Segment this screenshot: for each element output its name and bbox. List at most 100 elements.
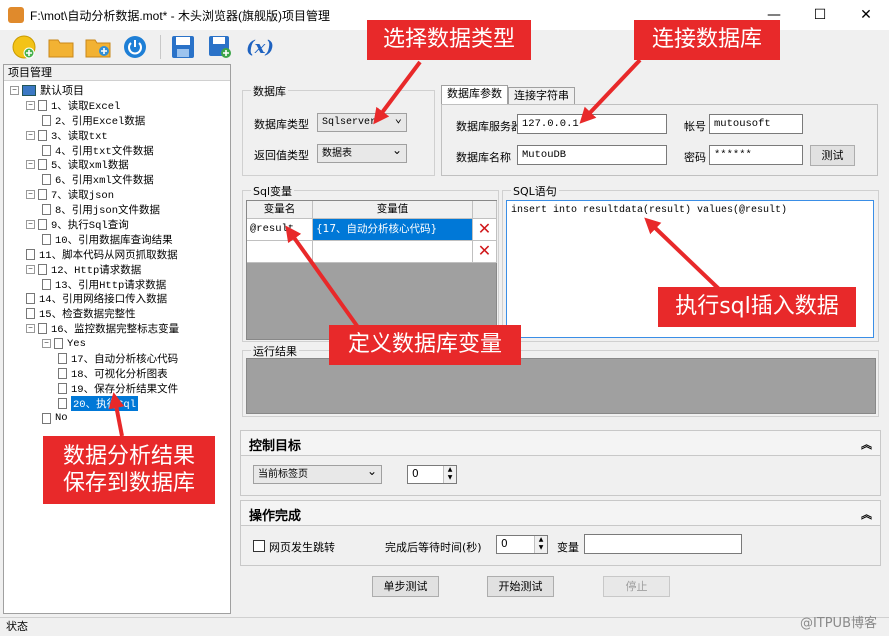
- collapse-up-icon[interactable]: ︽: [861, 436, 872, 452]
- grid-cell-var-value[interactable]: [313, 241, 473, 263]
- tree-item[interactable]: 11、脚本代码从网页抓取数据: [4, 247, 230, 262]
- db-type-select[interactable]: Sqlserver: [317, 111, 407, 132]
- tab-connection-string[interactable]: 连接字符串: [508, 87, 575, 104]
- account-input[interactable]: mutousoft: [709, 114, 803, 134]
- operation-done-body: 网页发生跳转 完成后等待时间(秒) 0 ▲ ▼ 变量: [240, 526, 881, 566]
- control-target-header[interactable]: 控制目标 ︽: [240, 430, 881, 456]
- tree-toggle-icon[interactable]: −: [26, 324, 35, 334]
- document-icon: [42, 144, 51, 156]
- wait-time-value: 0: [501, 538, 508, 550]
- tree-root[interactable]: − 默认项目: [4, 83, 230, 98]
- tree-toggle-icon[interactable]: −: [42, 339, 51, 349]
- grid-cell-var-name[interactable]: [247, 241, 313, 263]
- document-icon: [42, 204, 51, 216]
- document-icon: [54, 338, 63, 350]
- delete-row-icon[interactable]: ✕: [473, 219, 497, 241]
- return-type-select[interactable]: 数据表: [317, 142, 407, 163]
- tree-item-label: 14、引用网络接口传入数据: [39, 294, 168, 307]
- new-project-icon[interactable]: [10, 33, 38, 61]
- tree-item-label: 4、引用txt文件数据: [55, 145, 154, 158]
- maximize-button[interactable]: ☐: [797, 0, 843, 30]
- tree-item[interactable]: − 12、Http请求数据: [4, 262, 230, 277]
- tree-item[interactable]: 2、引用Excel数据: [4, 113, 230, 128]
- tree-item[interactable]: − 9、执行Sql查询: [4, 217, 230, 232]
- db-type-label: 数据库类型: [254, 118, 309, 131]
- save-as-icon[interactable]: [206, 33, 234, 61]
- tree-item[interactable]: 14、引用网络接口传入数据: [4, 291, 230, 306]
- tree-item[interactable]: − 1、读取Excel: [4, 98, 230, 113]
- tree-toggle-icon[interactable]: −: [26, 130, 35, 140]
- run-result-group-title: 运行结果: [251, 343, 299, 359]
- document-icon: [38, 99, 47, 111]
- tree-item-label: 8、引用json文件数据: [55, 205, 161, 218]
- page-redirect-checkbox[interactable]: [253, 540, 265, 552]
- tree-item-label: 7、读取json: [51, 190, 115, 203]
- tree-item[interactable]: 4、引用txt文件数据: [4, 143, 230, 158]
- tree-item-label: 12、Http请求数据: [51, 264, 142, 277]
- project-panel-header: 项目管理: [4, 65, 230, 81]
- document-icon: [42, 174, 51, 186]
- variable-x-icon[interactable]: (x): [243, 33, 277, 61]
- tree-toggle-icon[interactable]: −: [26, 264, 35, 274]
- stop-button[interactable]: 停止: [603, 576, 670, 597]
- tree-item[interactable]: 15、检查数据完整性: [4, 306, 230, 321]
- tree-item[interactable]: − 5、读取xml数据: [4, 157, 230, 172]
- delete-row-icon[interactable]: ✕: [473, 241, 497, 263]
- control-target-select[interactable]: 当前标签页: [253, 463, 382, 484]
- power-icon[interactable]: [121, 33, 149, 61]
- tree-item[interactable]: 10、引用数据库查询结果: [4, 232, 230, 247]
- test-connection-button[interactable]: 测试: [810, 145, 855, 166]
- callout-select-db-type: 选择数据类型: [367, 20, 531, 60]
- tree-item[interactable]: 8、引用json文件数据: [4, 202, 230, 217]
- add-folder-icon[interactable]: [84, 33, 112, 61]
- tree-item[interactable]: − Yes: [4, 336, 230, 351]
- computer-icon: [22, 84, 36, 96]
- tree-item[interactable]: − 3、读取txt: [4, 128, 230, 143]
- tree-toggle-icon[interactable]: −: [26, 100, 35, 110]
- step-test-button[interactable]: 单步测试: [372, 576, 439, 597]
- tree-item[interactable]: 19、保存分析结果文件: [4, 381, 230, 396]
- wait-time-spin[interactable]: 0 ▲ ▼: [496, 535, 548, 554]
- sql-statement-group-title: SQL语句: [511, 183, 559, 199]
- tree-item[interactable]: 20、执行Sql: [4, 395, 230, 411]
- password-input[interactable]: ******: [709, 145, 803, 165]
- tree-item[interactable]: − 16、监控数据完整标志变量: [4, 321, 230, 336]
- variable-input[interactable]: [584, 534, 742, 554]
- open-folder-icon[interactable]: [47, 33, 75, 61]
- wait-time-label: 完成后等待时间(秒): [385, 541, 482, 554]
- spin-arrows-icon[interactable]: ▲ ▼: [443, 466, 456, 483]
- operation-done-title: 操作完成: [249, 509, 302, 524]
- tree-item-label: 17、自动分析核心代码: [71, 353, 179, 366]
- operation-done-header[interactable]: 操作完成 ︽: [240, 500, 881, 526]
- control-target-spin[interactable]: 0 ▲ ▼: [407, 465, 457, 484]
- tab-db-params[interactable]: 数据库参数: [441, 85, 508, 104]
- collapse-up-icon[interactable]: ︽: [861, 506, 872, 522]
- tree-toggle-icon[interactable]: −: [26, 190, 35, 200]
- tree-item[interactable]: 13、引用Http请求数据: [4, 277, 230, 292]
- document-icon: [42, 114, 51, 126]
- tree-item[interactable]: No: [4, 411, 230, 426]
- run-result-output[interactable]: [246, 358, 876, 414]
- tree-item-label: 9、执行Sql查询: [51, 219, 129, 232]
- grid-cell-var-name[interactable]: @result: [247, 219, 313, 241]
- tree-item-label: 18、可视化分析图表: [71, 368, 168, 381]
- database-group-title: 数据库: [251, 83, 288, 99]
- tree-toggle-icon[interactable]: −: [26, 160, 35, 170]
- grid-cell-var-value[interactable]: {17、自动分析核心代码}: [313, 219, 473, 241]
- tree-root-label: 默认项目: [40, 84, 84, 98]
- grid-col-action: [473, 201, 497, 219]
- server-input[interactable]: 127.0.0.1: [517, 114, 667, 134]
- close-button[interactable]: ✕: [843, 0, 889, 30]
- spin-arrows-icon[interactable]: ▲ ▼: [534, 536, 547, 553]
- tree-toggle-icon[interactable]: −: [26, 219, 35, 229]
- start-test-button[interactable]: 开始测试: [487, 576, 554, 597]
- document-icon: [38, 263, 47, 275]
- tree-item[interactable]: − 7、读取json: [4, 187, 230, 202]
- save-icon[interactable]: [169, 33, 197, 61]
- tree-item[interactable]: 6、引用xml文件数据: [4, 172, 230, 187]
- tree-item[interactable]: 17、自动分析核心代码: [4, 351, 230, 366]
- return-type-label: 返回值类型: [254, 149, 309, 162]
- tree-item[interactable]: 18、可视化分析图表: [4, 366, 230, 381]
- dbname-input[interactable]: MutouDB: [517, 145, 667, 165]
- tree-toggle-icon[interactable]: −: [10, 85, 19, 95]
